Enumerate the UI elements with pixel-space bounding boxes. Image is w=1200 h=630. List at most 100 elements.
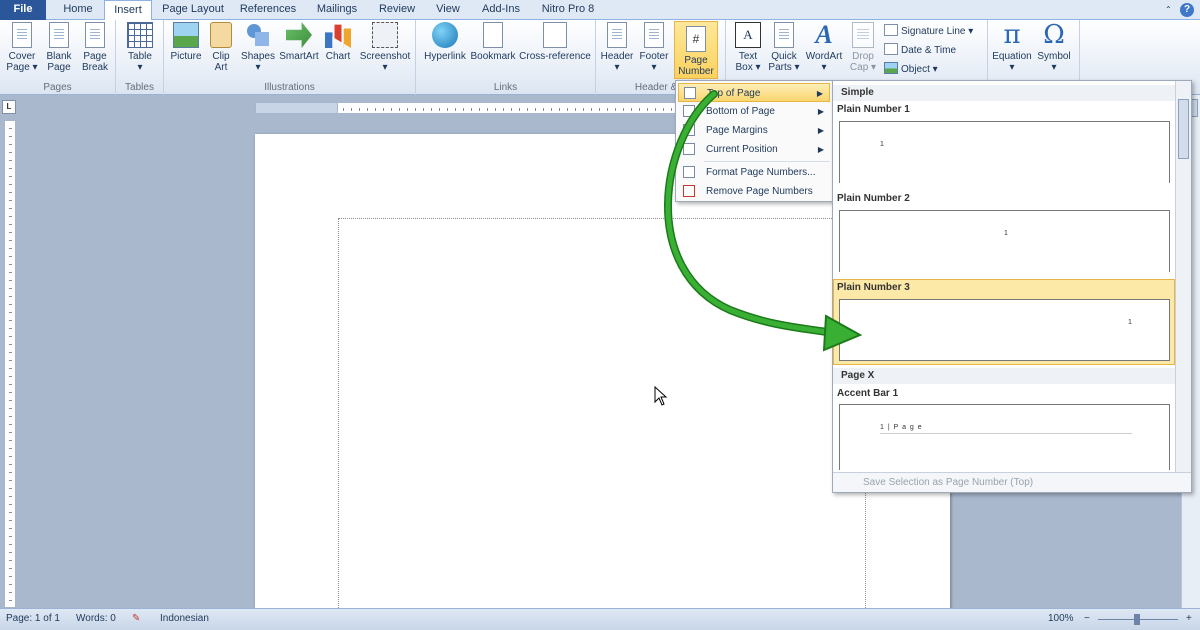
tab-view[interactable]: View	[430, 0, 466, 20]
menu-item-label: Remove Page Numbers	[706, 186, 813, 197]
pi-icon: π	[1003, 20, 1021, 50]
menu-separator	[704, 161, 830, 162]
quick-parts-button[interactable]: Quick Parts ▾	[768, 22, 800, 73]
tab-mailings[interactable]: Mailings	[311, 0, 363, 20]
drop-cap-label-2: Cap ▾	[849, 62, 877, 73]
equation-button[interactable]: π Equation ▾	[990, 22, 1034, 73]
hyperlink-icon	[432, 22, 458, 48]
group-links: Hyperlink Bookmark Cross-reference Links	[416, 20, 596, 95]
menu-item-remove-page-numbers[interactable]: Remove Page Numbers	[678, 182, 830, 201]
menu-item-bottom-of-page[interactable]: Bottom of Page ▶	[678, 102, 830, 121]
word-count-status[interactable]: Words: 0	[76, 612, 116, 626]
menu-item-format-page-numbers[interactable]: Format Page Numbers...	[678, 163, 830, 182]
group-tables: Table ▾ Tables	[116, 20, 164, 95]
picture-icon	[173, 22, 199, 48]
blank-page-label-2: Page	[47, 62, 71, 73]
gallery-scrollbar-thumb[interactable]	[1178, 99, 1189, 159]
tab-selector[interactable]: L	[2, 100, 16, 114]
wordart-label-2: ▾	[821, 62, 827, 73]
bookmark-button[interactable]: Bookmark	[470, 22, 516, 62]
tab-review[interactable]: Review	[374, 0, 420, 20]
group-label-pages: Pages	[43, 82, 72, 93]
tab-home[interactable]: Home	[56, 0, 100, 20]
menu-item-current-position[interactable]: Current Position ▶	[678, 140, 830, 159]
tab-file[interactable]: File	[0, 0, 46, 20]
gallery-scrollbar[interactable]	[1175, 81, 1191, 474]
tab-references[interactable]: References	[236, 0, 300, 20]
page-break-button[interactable]: Page Break	[78, 22, 112, 73]
cross-reference-label: Cross-reference	[519, 51, 591, 62]
tab-insert[interactable]: Insert	[104, 0, 152, 21]
gallery-item-plain-number-1[interactable]: 1	[839, 121, 1170, 183]
signature-line-button[interactable]: Signature Line ▾	[884, 23, 973, 40]
hyperlink-button[interactable]: Hyperlink	[420, 22, 470, 62]
menu-item-top-of-page[interactable]: Top of Page ▶	[678, 83, 830, 102]
text-box-button[interactable]: A Text Box ▾	[730, 22, 766, 73]
picture-button[interactable]: Picture	[168, 22, 204, 62]
wordart-button[interactable]: A WordArt ▾	[802, 20, 846, 74]
symbol-label: Symbol	[1037, 51, 1071, 62]
date-time-button[interactable]: Date & Time	[884, 42, 956, 59]
wordart-icon: A	[815, 20, 833, 49]
drop-cap-label: Drop	[852, 51, 874, 62]
blank-page-button[interactable]: Blank Page	[42, 22, 76, 73]
bookmark-icon	[483, 22, 503, 48]
menu-item-page-margins[interactable]: Page Margins ▶	[678, 121, 830, 140]
page-count-status[interactable]: Page: 1 of 1	[6, 612, 60, 626]
bookmark-label: Bookmark	[470, 51, 516, 62]
table-button[interactable]: Table ▾	[122, 22, 158, 73]
chart-button[interactable]: Chart	[322, 22, 354, 62]
text-box-label: Text	[738, 51, 758, 62]
cover-page-icon	[12, 22, 32, 48]
zoom-out-button[interactable]: −	[1084, 612, 1090, 626]
footer-button[interactable]: Footer ▾	[636, 22, 672, 73]
zoom-slider-thumb[interactable]	[1134, 614, 1140, 625]
smartart-label: SmartArt	[279, 51, 319, 62]
screenshot-button[interactable]: Screenshot ▾	[358, 22, 412, 73]
cross-reference-button[interactable]: Cross-reference	[518, 22, 592, 62]
smartart-icon	[286, 22, 312, 48]
minimize-ribbon-icon[interactable]: ⌃	[1165, 5, 1174, 14]
zoom-level[interactable]: 100%	[1048, 612, 1074, 626]
screenshot-label-2: ▾	[382, 62, 388, 73]
page-number-gallery: Simple Plain Number 1 1 Plain Number 2 1…	[832, 80, 1192, 493]
tab-page-layout[interactable]: Page Layout	[159, 0, 227, 20]
object-label: Object ▾	[901, 64, 938, 75]
object-button[interactable]: Object ▾	[884, 61, 938, 78]
menu-item-label: Format Page Numbers...	[706, 167, 816, 178]
gallery-item-plain-number-3[interactable]: 1	[839, 299, 1170, 361]
text-box-label-2: Box ▾	[735, 62, 761, 73]
ribbon-tab-bar: File Home Insert Page Layout References …	[0, 0, 1200, 21]
gallery-item-accent-bar-1[interactable]: 1 | P a g e	[839, 404, 1170, 470]
header-button[interactable]: Header ▾	[598, 22, 636, 73]
tab-nitro-pro[interactable]: Nitro Pro 8	[536, 0, 600, 20]
gallery-item-plain-number-2[interactable]: 1	[839, 210, 1170, 272]
top-of-page-icon	[684, 87, 696, 99]
tab-add-ins[interactable]: Add-Ins	[476, 0, 526, 20]
header-label-2: ▾	[614, 62, 620, 73]
save-selection-button[interactable]: Save Selection as Page Number (Top)	[833, 472, 1191, 492]
cover-page-label-2: Page ▾	[6, 62, 38, 73]
accent-bar-line	[880, 433, 1132, 434]
gallery-category-simple: Simple	[833, 85, 1176, 101]
drop-cap-button[interactable]: Drop Cap ▾	[848, 22, 878, 73]
menu-item-label: Current Position	[706, 144, 778, 155]
cover-page-button[interactable]: Cover Page ▾	[4, 22, 40, 73]
language-status[interactable]: Indonesian	[160, 612, 209, 626]
vertical-ruler[interactable]	[4, 120, 16, 608]
clip-art-button[interactable]: Clip Art	[208, 22, 234, 73]
proofing-icon[interactable]: ✎	[132, 612, 140, 626]
page-break-label-2: Break	[81, 62, 109, 73]
clip-art-label-2: Art	[214, 62, 228, 73]
zoom-in-button[interactable]: +	[1186, 612, 1192, 626]
clip-art-label: Clip	[212, 51, 230, 62]
gallery-item-name: Accent Bar 1	[837, 388, 899, 399]
help-icon[interactable]: ?	[1180, 3, 1194, 17]
page-number-button[interactable]: # Page Number ▾	[674, 21, 718, 88]
remove-icon	[683, 185, 695, 197]
shapes-button[interactable]: Shapes ▾	[240, 22, 276, 73]
submenu-arrow-icon: ▶	[817, 107, 824, 116]
smartart-button[interactable]: SmartArt	[278, 22, 320, 62]
symbol-button[interactable]: Ω Symbol ▾	[1034, 22, 1074, 73]
gallery-category-page-x: Page X	[833, 368, 1176, 384]
